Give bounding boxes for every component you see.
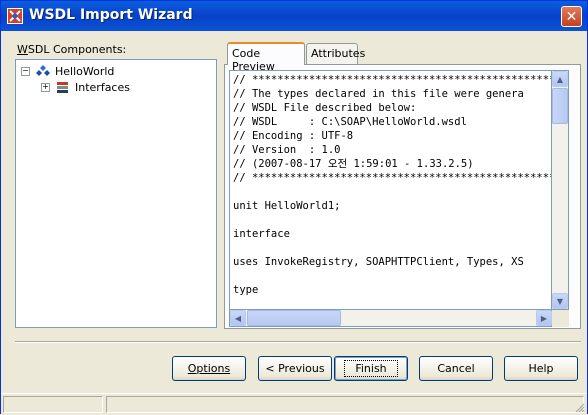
resize-grip-icon[interactable] <box>573 401 585 413</box>
expand-icon[interactable]: + <box>41 82 50 92</box>
previous-button[interactable]: < Previous <box>258 356 332 381</box>
close-icon: ✕ <box>565 8 578 25</box>
vertical-scrollbar[interactable]: ▲ ▼ <box>552 70 569 310</box>
code-line: type <box>233 284 259 296</box>
tree-item-label: Interfaces <box>75 80 130 94</box>
vertical-scroll-thumb[interactable] <box>552 88 568 124</box>
finish-button[interactable]: Finish <box>334 356 408 381</box>
window-title: WSDL Import Wizard <box>29 7 193 23</box>
wizard-app-icon <box>7 8 23 24</box>
scroll-right-button[interactable]: ▶ <box>536 310 552 326</box>
code-line: // Version : 1.0 <box>233 144 341 156</box>
wsdl-components-label: WSDL Components: <box>17 43 127 56</box>
interfaces-books-icon <box>57 82 68 93</box>
scroll-left-button[interactable]: ◀ <box>230 310 246 326</box>
code-line: // The types declared in this file were … <box>233 88 524 100</box>
title-bar[interactable]: WSDL Import Wizard ✕ <box>1 1 587 31</box>
help-button[interactable]: Help <box>504 356 578 381</box>
code-line: // *************************************… <box>233 74 552 86</box>
scroll-down-icon: ▼ <box>556 296 564 306</box>
tab-code-preview[interactable]: Code Preview <box>227 42 305 73</box>
divider <box>15 341 581 343</box>
code-line: interface <box>233 228 290 240</box>
horizontal-scroll-thumb[interactable] <box>247 310 341 326</box>
code-line: unit HelloWorld1; <box>233 200 341 212</box>
tree-item-label: HelloWorld <box>55 64 115 78</box>
collapse-icon[interactable]: − <box>21 66 30 76</box>
status-panel <box>3 396 103 413</box>
close-button[interactable]: ✕ <box>561 6 582 27</box>
code-line: // (2007-08-17 오전 1:59:01 - 1.33.2.5) <box>233 158 474 170</box>
scroll-up-button[interactable]: ▲ <box>552 71 568 87</box>
horizontal-scrollbar[interactable]: ◀ ▶ <box>229 310 552 327</box>
tree-item-helloworld[interactable]: − HelloWorld <box>21 63 114 79</box>
code-line: // Encoding : UTF-8 <box>233 130 354 142</box>
options-button[interactable]: Options <box>172 356 246 381</box>
code-line: // WSDL : C:\SOAP\HelloWorld.wsdl <box>233 116 467 128</box>
status-bar <box>1 393 587 415</box>
wsdl-components-tree[interactable]: − HelloWorld + Interfaces <box>15 59 217 328</box>
code-line: // WSDL File described below: <box>233 102 417 114</box>
scroll-left-icon: ◀ <box>234 313 242 323</box>
code-line: // *************************************… <box>233 172 552 184</box>
scroll-up-icon: ▲ <box>556 74 564 84</box>
tree-item-interfaces[interactable]: + Interfaces <box>41 79 130 95</box>
status-panel <box>106 396 584 413</box>
cancel-button[interactable]: Cancel <box>419 356 493 381</box>
code-line: uses InvokeRegistry, SOAPHTTPClient, Typ… <box>233 256 524 268</box>
wizard-window: WSDL Import Wizard ✕ WSDL Components: − … <box>0 0 588 415</box>
scroll-down-button[interactable]: ▼ <box>552 293 568 309</box>
tab-attributes[interactable]: Attributes <box>306 43 365 64</box>
service-diamond-icon <box>36 65 50 76</box>
scrollbar-corner <box>552 310 569 327</box>
scroll-right-icon: ▶ <box>540 313 548 323</box>
code-preview-editor[interactable]: // *************************************… <box>229 70 552 310</box>
